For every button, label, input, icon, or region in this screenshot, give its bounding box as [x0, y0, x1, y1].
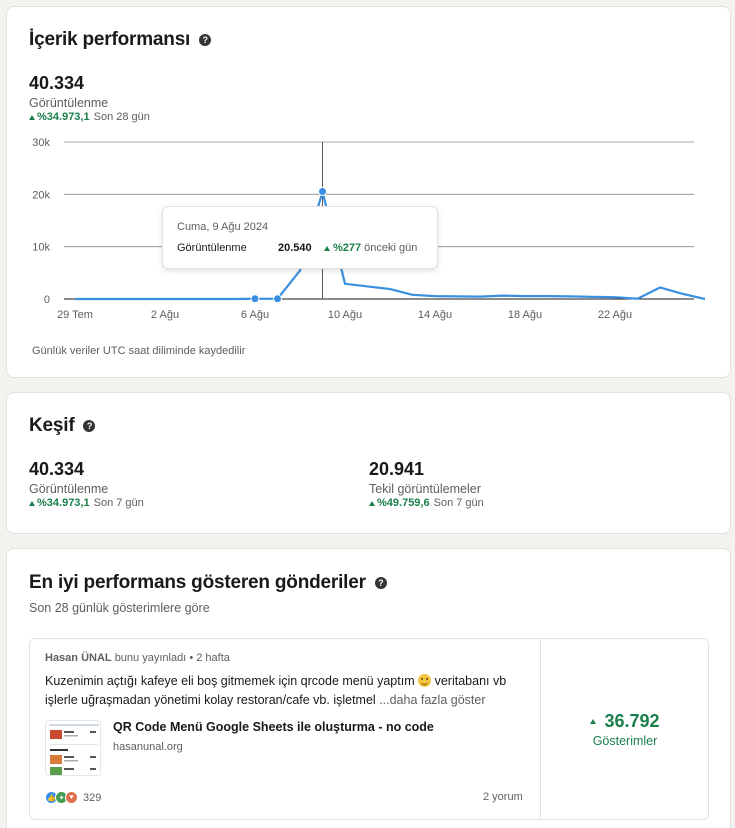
card-title: Keşif — [29, 415, 75, 436]
impressions-value: 36.792 — [604, 710, 660, 731]
top-posts-header: En iyi performans gösteren gönderiler ? — [29, 572, 387, 594]
x-tick-label: 18 Ağu — [508, 309, 542, 321]
trend-up-icon — [29, 500, 35, 506]
x-tick-label: 10 Ağu — [328, 309, 362, 321]
discovery-unique-views-metric: 20.941 Tekil görüntülemeler %49.759,6 So… — [369, 459, 484, 509]
link-domain: hasanunal.org — [113, 741, 183, 753]
grinning-face-icon — [418, 674, 432, 687]
post-impressions: 36.792 Gösterimler — [541, 639, 709, 819]
impressions-label: Gösterimler — [592, 733, 658, 748]
data-point — [250, 294, 260, 304]
post-time: 2 hafta — [196, 652, 230, 664]
y-tick-label: 10k — [32, 242, 50, 254]
y-tick-label: 20k — [32, 189, 50, 201]
x-tick-label: 2 Ağu — [151, 309, 179, 321]
top-post-item[interactable]: Hasan ÜNAL bunu yayınladı • 2 hafta Kuze… — [29, 638, 709, 820]
card-title: En iyi performans gösteren gönderiler — [29, 572, 366, 593]
tooltip-pct: %277 — [333, 242, 362, 254]
metric-trend: %34.973,1 Son 7 gün — [29, 497, 144, 509]
trend-period: Son 7 gün — [433, 497, 484, 509]
x-tick-label: 22 Ağu — [598, 309, 632, 321]
trend-period: Son 7 gün — [93, 497, 144, 509]
post-action: bunu yayınladı — [114, 652, 187, 664]
chart-footnote: Günlük veriler UTC saat diliminde kayded… — [32, 345, 246, 357]
discovery-header: Keşif ? — [29, 415, 96, 437]
trend-up-icon — [590, 718, 597, 724]
chart-tooltip: Cuma, 9 Ağu 2024 Görüntülenme 20.540 %27… — [162, 206, 438, 269]
help-icon[interactable]: ? — [83, 420, 96, 432]
tooltip-date: Cuma, 9 Ağu 2024 — [177, 221, 269, 233]
post-text-part1: Kuzenimin açtığı kafeye eli boş gitmemek… — [45, 674, 415, 688]
love-reaction-icon: ♥ — [65, 791, 78, 804]
top-posts-card: En iyi performans gösteren gönderiler ? … — [6, 548, 731, 828]
tooltip-suffix: önceki gün — [364, 242, 418, 254]
tooltip-label: Görüntülenme — [177, 242, 247, 254]
content-performance-card: İçerik performansı ? 40.334 Görüntülenme… — [6, 6, 731, 378]
trend-pct: %34.973,1 — [37, 497, 90, 509]
discovery-card: Keşif ? 40.334 Görüntülenme %34.973,1 So… — [6, 392, 731, 534]
trend-up-icon — [324, 245, 330, 251]
post-meta: Hasan ÜNAL bunu yayınladı • 2 hafta — [45, 652, 230, 664]
reactions[interactable]: 👍 ✦ ♥ 329 — [45, 791, 101, 804]
metric-label: Tekil görüntülemeler — [369, 482, 481, 496]
comments-count[interactable]: 2 yorum — [483, 791, 523, 803]
x-tick-label: 6 Ağu — [241, 309, 269, 321]
trend-pct: %49.759,6 — [377, 497, 430, 509]
post-text: Kuzenimin açtığı kafeye eli boş gitmemek… — [45, 672, 530, 710]
help-icon[interactable]: ? — [374, 577, 387, 589]
views-line-chart[interactable]: 0 10k 20k 30k 29 Tem 2 Ağu 6 Ağu 10 Ağu 14 Ağu 18… — [7, 7, 732, 379]
tooltip-change: %277 önceki gün — [324, 242, 417, 254]
post-author[interactable]: Hasan ÜNAL — [45, 652, 112, 664]
link-title[interactable]: QR Code Menü Google Sheets ile oluşturma… — [113, 720, 434, 734]
x-tick-label: 29 Tem — [57, 309, 93, 321]
y-tick-label: 30k — [32, 137, 50, 149]
top-posts-subtitle: Son 28 günlük gösterimlere göre — [29, 601, 210, 615]
x-tick-label: 14 Ağu — [418, 309, 452, 321]
tooltip-value: 20.540 — [278, 242, 312, 254]
see-more-link[interactable]: ...daha fazla göster — [379, 693, 485, 707]
discovery-views-metric: 40.334 Görüntülenme %34.973,1 Son 7 gün — [29, 459, 144, 509]
data-point — [318, 187, 327, 197]
y-tick-label: 0 — [44, 294, 50, 306]
metric-value: 20.941 — [369, 459, 425, 479]
trend-up-icon — [369, 500, 375, 506]
metric-value: 40.334 — [29, 459, 85, 479]
metric-label: Görüntülenme — [29, 482, 109, 496]
metric-trend: %49.759,6 Son 7 gün — [369, 497, 484, 509]
link-thumbnail[interactable] — [45, 720, 101, 776]
data-point — [273, 294, 282, 304]
reaction-count: 329 — [83, 791, 102, 804]
